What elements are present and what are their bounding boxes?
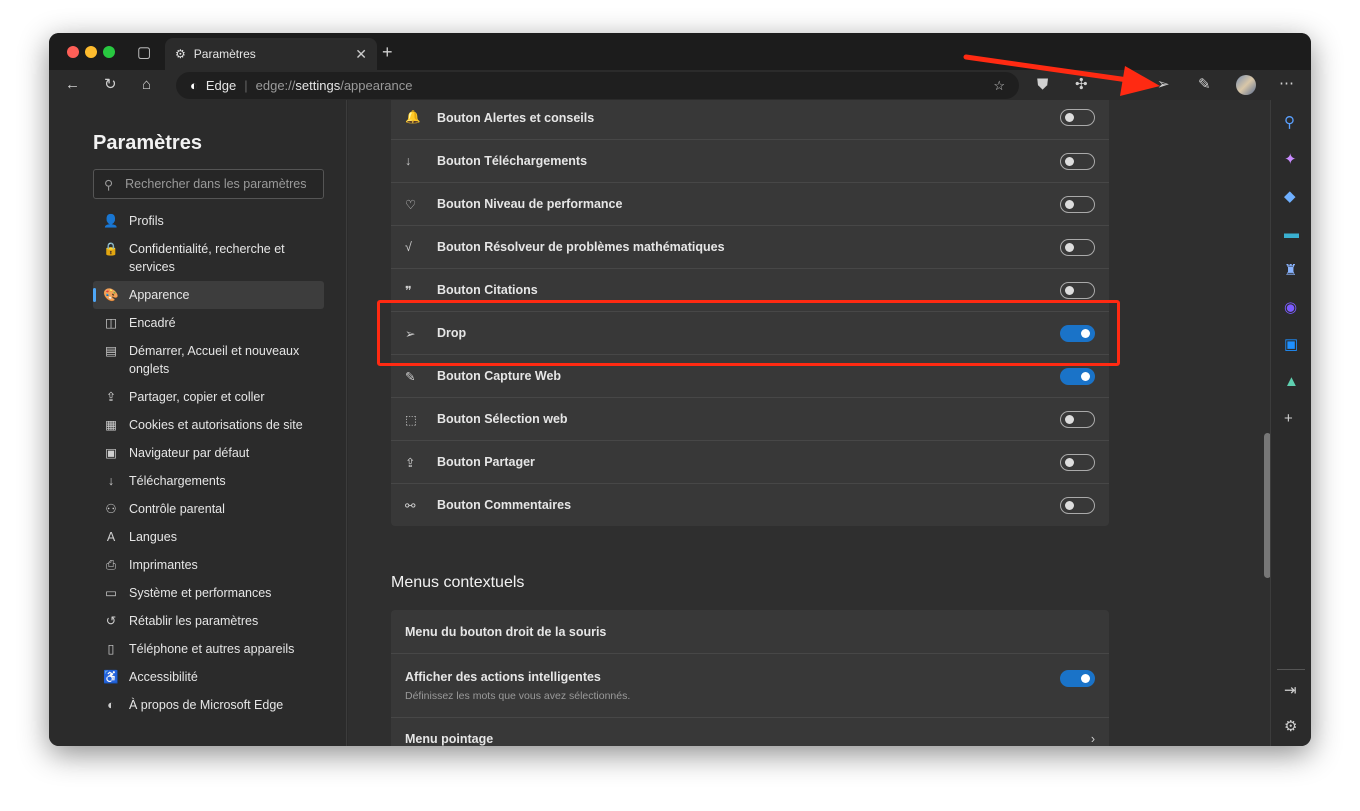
annotation-arrow [963, 54, 1160, 96]
